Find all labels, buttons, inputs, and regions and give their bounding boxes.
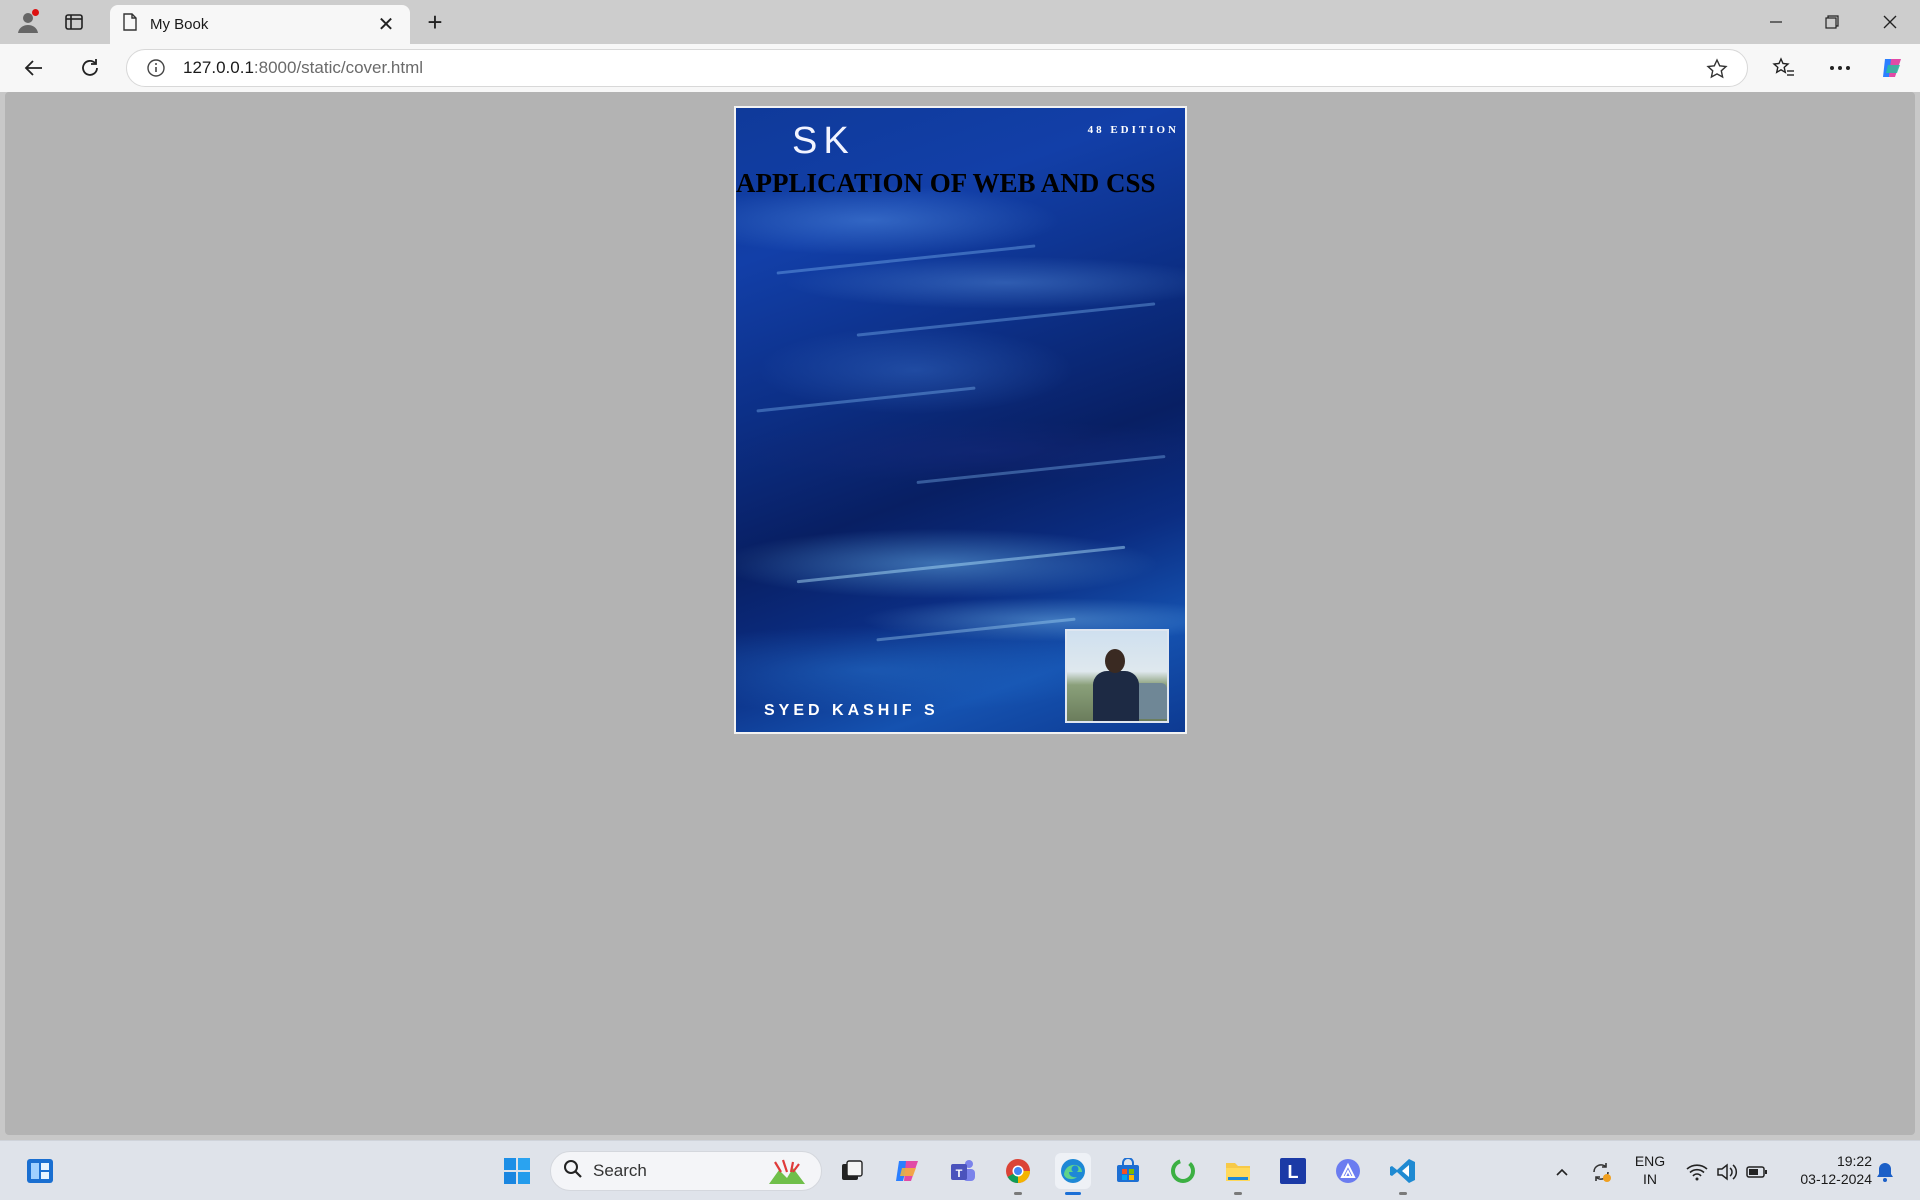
photo-person-head — [1105, 649, 1125, 673]
svg-text:T: T — [956, 1168, 963, 1180]
marble-texture — [796, 545, 1126, 584]
book-cover: SK 48 EDITION APPLICATION OF WEB AND CSS… — [734, 106, 1187, 734]
url-host: 127.0.0.1 — [183, 58, 254, 77]
notification-bell-icon[interactable] — [1874, 1161, 1896, 1183]
clock-date: 03-12-2024 — [1800, 1171, 1872, 1187]
restore-icon[interactable] — [1804, 0, 1860, 44]
start-icon[interactable] — [499, 1153, 535, 1189]
widgets-icon[interactable] — [22, 1153, 58, 1189]
marble-texture — [856, 302, 1156, 337]
running-indicator — [1014, 1192, 1022, 1195]
l-app-icon[interactable]: L — [1275, 1153, 1311, 1189]
volume-icon[interactable] — [1716, 1161, 1738, 1183]
page-viewport: SK 48 EDITION APPLICATION OF WEB AND CSS… — [5, 92, 1915, 1135]
tab-title: My Book — [150, 16, 209, 33]
region-code: IN — [1643, 1171, 1657, 1187]
vscode-icon[interactable] — [1385, 1153, 1421, 1195]
triangle-app-icon[interactable] — [1330, 1153, 1366, 1189]
title-bar: My Book ✕ + — [0, 0, 1920, 44]
chrome-icon[interactable] — [1000, 1153, 1036, 1195]
minimize-icon[interactable] — [1748, 0, 1804, 44]
cover-edition: 48 EDITION — [1087, 124, 1179, 136]
edge-icon[interactable] — [1055, 1153, 1091, 1195]
cover-author: SYED KASHIF S — [764, 702, 939, 719]
taskbar-search[interactable]: Search — [550, 1151, 822, 1191]
taskbar: Search T L ENG IN 19:22 03-12-2024 — [0, 1140, 1920, 1200]
svg-text:L: L — [1288, 1162, 1299, 1182]
active-indicator — [1065, 1192, 1081, 1195]
chevron-up-icon[interactable] — [1551, 1161, 1573, 1183]
cover-monogram: SK — [792, 120, 855, 162]
photo-person-body — [1093, 671, 1139, 721]
profile-icon[interactable] — [12, 6, 44, 38]
battery-icon[interactable] — [1746, 1161, 1768, 1183]
search-highlight-icon — [765, 1158, 809, 1186]
favorites-icon[interactable] — [1770, 54, 1798, 82]
close-tab-icon[interactable]: ✕ — [374, 13, 398, 37]
search-icon — [563, 1159, 583, 1184]
author-photo — [1065, 629, 1169, 723]
green-circle-app-icon[interactable] — [1165, 1153, 1201, 1189]
task-view-icon[interactable] — [834, 1153, 870, 1189]
notification-dot — [32, 9, 39, 16]
more-options-icon[interactable] — [1826, 54, 1854, 82]
search-label: Search — [593, 1161, 647, 1180]
tab-actions-icon[interactable] — [60, 8, 88, 36]
language-indicator[interactable]: ENG IN — [1632, 1152, 1668, 1188]
clock-time: 19:22 — [1836, 1153, 1872, 1169]
language-code: ENG — [1634, 1153, 1666, 1169]
running-indicator — [1234, 1192, 1242, 1195]
site-info-icon[interactable] — [145, 57, 167, 79]
copilot-icon[interactable] — [1878, 54, 1906, 82]
tab-my-book[interactable]: My Book ✕ — [110, 5, 410, 44]
address-bar[interactable]: 127.0.0.1:8000/static/cover.html — [126, 49, 1748, 87]
store-icon[interactable] — [1110, 1153, 1146, 1189]
marble-texture — [756, 386, 976, 413]
sync-icon[interactable] — [1590, 1161, 1612, 1183]
new-tab-button[interactable]: + — [420, 7, 450, 37]
cover-title: APPLICATION OF WEB AND CSS — [736, 168, 1156, 198]
file-explorer-icon[interactable] — [1220, 1153, 1256, 1195]
marble-texture — [876, 617, 1076, 642]
teams-icon[interactable]: T — [945, 1153, 981, 1189]
url-path: :8000/static/cover.html — [253, 58, 424, 77]
copilot-app-icon[interactable] — [889, 1153, 925, 1189]
favorite-star-icon[interactable] — [1705, 57, 1729, 81]
marble-texture — [776, 244, 1036, 275]
refresh-icon[interactable] — [74, 52, 106, 84]
wifi-icon[interactable] — [1686, 1161, 1708, 1183]
navigation-toolbar: 127.0.0.1:8000/static/cover.html — [0, 44, 1920, 92]
close-window-icon[interactable] — [1862, 0, 1918, 44]
back-arrow-icon[interactable] — [18, 52, 50, 84]
page-icon — [122, 13, 138, 36]
marble-texture — [916, 454, 1166, 485]
running-indicator — [1399, 1192, 1407, 1195]
clock[interactable]: 19:22 03-12-2024 — [1782, 1152, 1872, 1188]
url-text[interactable]: 127.0.0.1:8000/static/cover.html — [183, 58, 423, 78]
